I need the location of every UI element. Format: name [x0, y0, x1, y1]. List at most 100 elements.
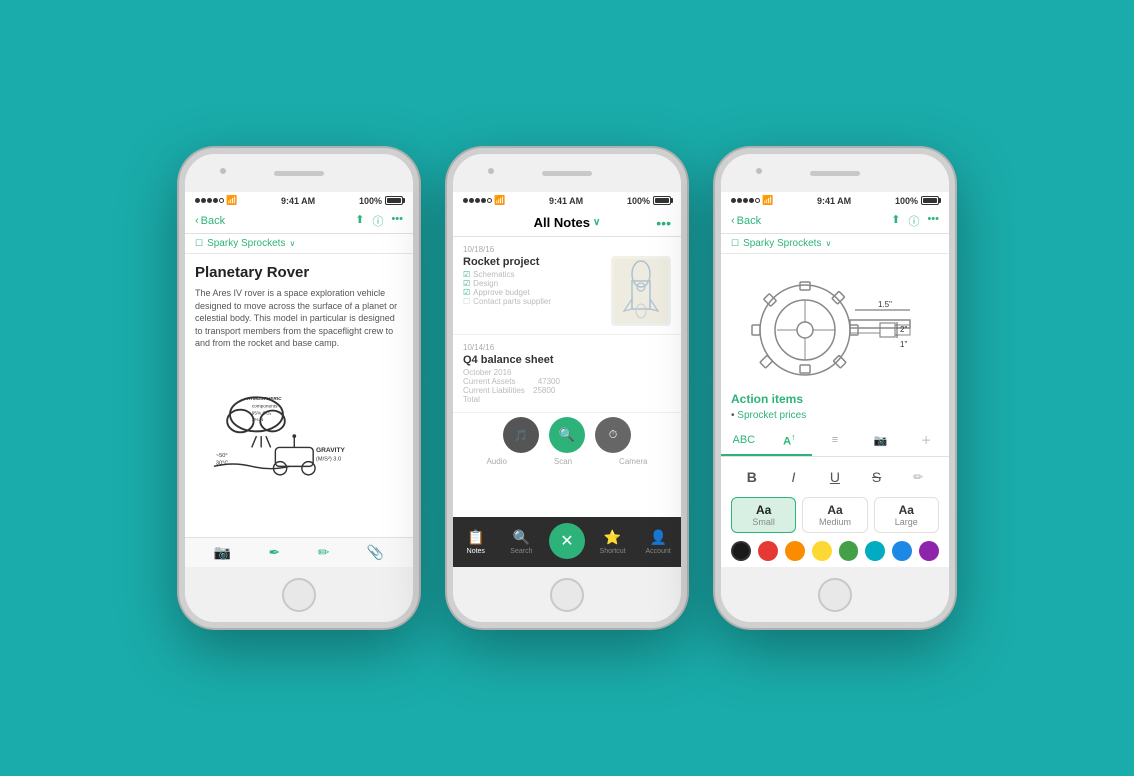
more-icon-1[interactable]: •••: [391, 213, 403, 229]
list-nav: All Notes ∨ •••: [453, 209, 681, 237]
format-tab-text[interactable]: ABC: [721, 426, 767, 456]
list-item[interactable]: 10/18/16 Rocket project ☑Schematics ☑Des…: [453, 237, 681, 335]
tag-icon-3: ☐: [731, 238, 739, 249]
list-title: All Notes ∨: [534, 215, 601, 230]
info-icon-3[interactable]: ⓘ: [908, 213, 919, 229]
camera-3: [756, 168, 762, 174]
phone-format: 📶 9:41 AM 100% ‹ Back ⬆ ⓘ •••: [715, 148, 955, 628]
style-buttons-row: B I U S ✏: [731, 463, 939, 491]
add-button[interactable]: ✕: [549, 523, 585, 559]
svg-text:30°C: 30°C: [216, 460, 229, 466]
svg-text:components: components: [252, 404, 278, 410]
tag-bar-3: ☐ Sparky Sprockets ∨: [721, 234, 949, 254]
note-title-1: Planetary Rover: [195, 264, 403, 281]
back-button-3[interactable]: ‹ Back: [731, 215, 761, 227]
back-button-1[interactable]: ‹ Back: [195, 215, 225, 227]
italic-button[interactable]: I: [776, 463, 810, 491]
underline-button[interactable]: U: [818, 463, 852, 491]
rocket-preview-img: [611, 256, 671, 326]
home-button-1[interactable]: [282, 578, 316, 612]
nav-bar-3: ‹ Back ⬆ ⓘ •••: [721, 209, 949, 234]
home-button-3[interactable]: [818, 578, 852, 612]
bold-button[interactable]: B: [735, 463, 769, 491]
size-small-button[interactable]: Aa Small: [731, 497, 796, 533]
tag-name-3[interactable]: Sparky Sprockets: [743, 238, 821, 249]
note-content-1: Planetary Rover The Ares IV rover is a s…: [185, 254, 413, 537]
camera-tool-icon[interactable]: 📷: [214, 544, 231, 561]
phone-bottom-1: [185, 567, 413, 622]
svg-text:3% N: 3% N: [252, 417, 264, 423]
time-1: 9:41 AM: [281, 196, 315, 206]
svg-text:1.5": 1.5": [878, 300, 892, 309]
tag-bar-1: ☐ Sparky Sprockets ∨: [185, 234, 413, 254]
pen-tool-icon[interactable]: ✒: [269, 544, 281, 561]
sprocket-drawing: 1.5" 2" 1": [731, 262, 939, 392]
color-blue[interactable]: [892, 541, 912, 561]
tab-notes[interactable]: 📋 Notes: [453, 517, 499, 567]
format-tab-add[interactable]: ＋: [903, 426, 949, 456]
time-3: 9:41 AM: [817, 196, 851, 206]
tab-shortcut[interactable]: ⭐ Shortcut: [590, 517, 636, 567]
notes-tab-icon: 📋: [467, 529, 484, 546]
tab-add[interactable]: ✕: [544, 517, 590, 567]
tag-name-1[interactable]: Sparky Sprockets: [207, 238, 285, 249]
svg-text:1": 1": [900, 340, 907, 349]
audio-button[interactable]: 🎵: [503, 417, 539, 453]
battery-icon-2: [653, 196, 671, 205]
pencil-button[interactable]: ✏: [901, 463, 935, 491]
format-tab-list[interactable]: ≡: [812, 426, 858, 456]
camera-scan-button[interactable]: ⏱: [595, 417, 631, 453]
battery-icon-1: [385, 196, 403, 205]
format-tab-style[interactable]: A↑: [767, 426, 813, 456]
phones-container: 📶 9:41 AM 100% ‹ Back ⬆ ⓘ •••: [179, 148, 955, 628]
pencil-tool-icon[interactable]: ✏: [318, 544, 330, 561]
attachment-tool-icon[interactable]: 📎: [367, 544, 384, 561]
size-medium-button[interactable]: Aa Medium: [802, 497, 867, 533]
tab-account[interactable]: 👤 Account: [635, 517, 681, 567]
share-icon-1[interactable]: ⬆: [355, 213, 364, 229]
color-teal[interactable]: [865, 541, 885, 561]
note-date-2: 10/14/16: [463, 343, 671, 352]
color-orange[interactable]: [785, 541, 805, 561]
notes-list: 10/18/16 Rocket project ☑Schematics ☑Des…: [453, 237, 681, 517]
color-green[interactable]: [839, 541, 859, 561]
phone-top-2: [453, 154, 681, 192]
color-yellow[interactable]: [812, 541, 832, 561]
phone-list: 📶 9:41 AM 100% All Notes ∨ •••: [447, 148, 687, 628]
note-drawing-1: ATMOSPHERIC components 95% CO₂ 3% N: [195, 358, 403, 518]
account-tab-icon: 👤: [649, 529, 666, 546]
format-tab-photo[interactable]: 📷: [858, 426, 904, 456]
list-more-icon[interactable]: •••: [656, 215, 671, 231]
color-purple[interactable]: [919, 541, 939, 561]
info-icon-1[interactable]: ⓘ: [372, 213, 383, 229]
more-icon-3[interactable]: •••: [927, 213, 939, 229]
format-content: 1.5" 2" 1" Action items • Sprocket price…: [721, 254, 949, 426]
color-black[interactable]: [731, 541, 751, 561]
scan-button[interactable]: 🔍: [549, 417, 585, 453]
camera-1: [220, 168, 226, 174]
sketch-svg-1: ATMOSPHERIC components 95% CO₂ 3% N: [195, 358, 403, 518]
home-button-2[interactable]: [550, 578, 584, 612]
phone-bottom-2: [453, 567, 681, 622]
phone-note: 📶 9:41 AM 100% ‹ Back ⬆ ⓘ •••: [179, 148, 419, 628]
tab-search[interactable]: 🔍 Search: [499, 517, 545, 567]
size-buttons-row: Aa Small Aa Medium Aa Large: [731, 497, 939, 533]
tag-chevron-3[interactable]: ∨: [825, 239, 831, 248]
phone-top-3: [721, 154, 949, 192]
list-item[interactable]: 10/14/16 Q4 balance sheet October 2016 C…: [453, 335, 681, 413]
size-large-button[interactable]: Aa Large: [874, 497, 939, 533]
format-options: B I U S ✏ Aa Small Aa Medium: [721, 457, 949, 567]
battery-pct-3: 100%: [895, 196, 918, 206]
style-tab-label: A↑: [783, 432, 796, 448]
status-bar-2: 📶 9:41 AM 100%: [453, 192, 681, 209]
phone-top-1: [185, 154, 413, 192]
strikethrough-button[interactable]: S: [860, 463, 894, 491]
wifi-icon-2: 📶: [494, 195, 505, 206]
share-icon-3[interactable]: ⬆: [891, 213, 900, 229]
color-red[interactable]: [758, 541, 778, 561]
note-list-title-1: Rocket project: [463, 256, 605, 268]
tag-icon-1: ☐: [195, 238, 203, 249]
status-bar-1: 📶 9:41 AM 100%: [185, 192, 413, 209]
format-toolbar: ABC A↑ ≡ 📷 ＋: [721, 426, 949, 457]
tag-chevron-1[interactable]: ∨: [289, 239, 295, 248]
